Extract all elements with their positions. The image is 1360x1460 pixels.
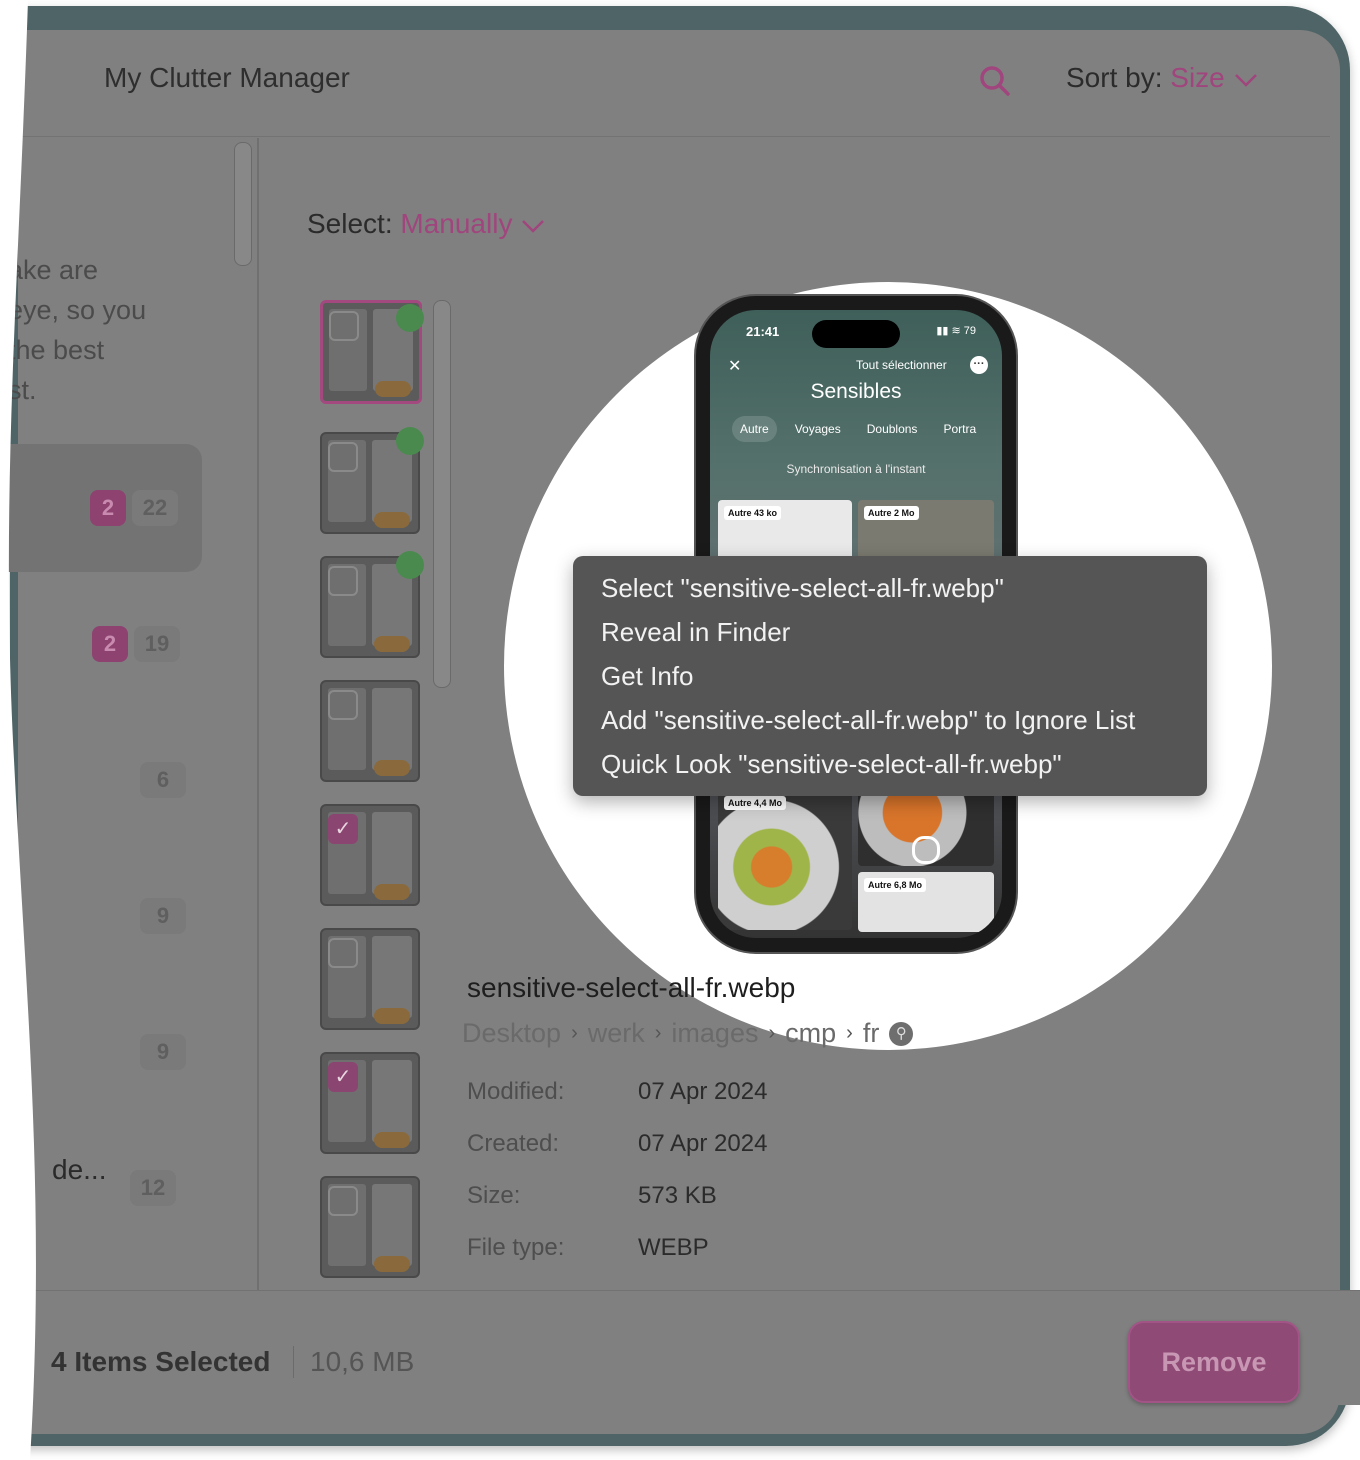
breadcrumb-item[interactable]: cmp [785, 1018, 836, 1049]
menu-item-reveal-in-finder[interactable]: Reveal in Finder [573, 610, 1207, 654]
meta-label: Created: [467, 1130, 560, 1157]
phone-tab: Portra [943, 422, 977, 436]
sidebar-scrollbar[interactable] [234, 142, 252, 266]
phone-status: ▮▮ ≋ 79 [936, 325, 976, 337]
select-value[interactable]: Manually [400, 208, 512, 239]
menu-item-quick-look[interactable]: Quick Look "sensitive-select-all-fr.webp… [573, 742, 1207, 786]
checkbox-checked[interactable]: ✓ [328, 1062, 358, 1092]
search-icon[interactable] [978, 64, 1012, 98]
chevron-right-icon: › [768, 1022, 776, 1044]
similar-indicator [396, 304, 424, 332]
meta-value: 07 Apr 2024 [638, 1130, 768, 1157]
checkbox[interactable] [328, 1186, 358, 1216]
selected-count-badge: 2 [92, 626, 128, 662]
selected-count-badge: 2 [90, 490, 126, 526]
photo-tile: Autre 43 ko [718, 500, 852, 560]
remove-button[interactable]: Remove [1128, 1321, 1300, 1403]
thumbnail[interactable]: ✓ [320, 804, 420, 906]
total-count-badge: 6 [140, 762, 186, 798]
select-circle-icon [912, 836, 940, 864]
chevron-right-icon: › [654, 1022, 662, 1044]
photo-tag: Autre 6,8 Mo [864, 878, 927, 892]
breadcrumb: Desktop › werk › images › cmp › fr ⚲ [462, 1018, 914, 1049]
meta-value: WEBP [638, 1234, 709, 1261]
meta-value: 573 KB [638, 1182, 717, 1209]
checkbox-checked[interactable]: ✓ [328, 814, 358, 844]
phone-tabs: Autre Voyages Doublons Portra [732, 416, 984, 442]
phone-time: 21:41 [746, 324, 780, 339]
checkbox[interactable] [328, 442, 358, 472]
breadcrumb-item[interactable]: Desktop [462, 1018, 561, 1049]
thumbnail-scrollbar[interactable] [433, 300, 451, 688]
file-name: sensitive-select-all-fr.webp [467, 972, 796, 1003]
sort-control[interactable]: Sort by: Size [1066, 62, 1259, 94]
photo-tile: Autre 6,8 Mo [858, 872, 994, 932]
checkbox[interactable] [328, 690, 358, 720]
breadcrumb-item[interactable]: images [671, 1018, 758, 1049]
app-title: My Clutter Manager [104, 62, 350, 93]
meta-value: 07 Apr 2024 [638, 1078, 768, 1105]
sort-label: Sort by: [1066, 62, 1163, 93]
total-count-badge: 9 [140, 898, 186, 934]
close-icon: ✕ [728, 358, 742, 375]
menu-item-select[interactable]: Select "sensitive-select-all-fr.webp" [573, 566, 1207, 610]
thumbnail[interactable] [320, 1176, 420, 1278]
menu-item-ignore-list[interactable]: Add "sensitive-select-all-fr.webp" to Ig… [573, 698, 1207, 742]
chevron-down-icon [522, 219, 545, 233]
sidebar-divider [257, 138, 259, 1290]
total-count-badge: 22 [132, 490, 178, 526]
checkbox[interactable] [329, 311, 359, 341]
total-count-badge: 9 [140, 1034, 186, 1070]
thumbnail[interactable]: ✓ [320, 1052, 420, 1154]
battery-level: 79 [963, 325, 976, 337]
breadcrumb-item[interactable]: fr [863, 1018, 880, 1049]
total-count-badge: 12 [130, 1170, 176, 1206]
select-label: Select: [307, 208, 393, 239]
phone-tab: Autre [732, 416, 777, 442]
context-menu: Select "sensitive-select-all-fr.webp" Re… [573, 556, 1207, 796]
photo-tag: Autre 4,4 Mo [724, 796, 787, 810]
similar-indicator [396, 551, 424, 579]
breadcrumb-item[interactable]: werk [588, 1018, 645, 1049]
chevron-down-icon [1234, 73, 1257, 87]
photo-tile: Autre 2 Mo [858, 500, 994, 560]
menu-item-get-info[interactable]: Get Info [573, 654, 1207, 698]
sort-value[interactable]: Size [1170, 62, 1224, 93]
more-icon: ··· [970, 356, 988, 374]
phone-sync-text: Synchronisation à l'instant [786, 462, 926, 476]
phone-title: Sensibles [810, 380, 902, 403]
meta-label: File type: [467, 1234, 565, 1261]
selected-size: 10,6 MB [310, 1346, 415, 1377]
chevron-right-icon: › [571, 1022, 578, 1044]
photo-tile [858, 790, 994, 866]
phone-select-all: Tout sélectionner [856, 358, 947, 372]
thumbnail[interactable] [320, 928, 420, 1030]
phone-tab: Voyages [794, 422, 841, 436]
phone-tab: Doublons [866, 422, 918, 436]
photo-tag: Autre 43 ko [724, 506, 782, 520]
footer-divider [293, 1346, 294, 1378]
select-mode-control[interactable]: Select: Manually [307, 208, 546, 240]
chevron-right-icon: › [846, 1022, 853, 1044]
total-count-badge: 19 [134, 626, 180, 662]
meta-label: Modified: [467, 1078, 565, 1105]
photo-tile: Autre 4,4 Mo [718, 790, 852, 930]
header-divider [20, 136, 1330, 137]
photo-tag: Autre 2 Mo [864, 506, 919, 520]
reveal-search-icon[interactable]: ⚲ [889, 1021, 914, 1046]
meta-label: Size: [467, 1182, 521, 1209]
thumbnail[interactable] [320, 680, 420, 782]
similar-indicator [396, 427, 424, 455]
selected-count: 4 Items Selected [51, 1346, 271, 1377]
torn-edge [0, 0, 36, 1460]
checkbox[interactable] [328, 566, 358, 596]
checkbox[interactable] [328, 938, 358, 968]
dynamic-island [812, 320, 900, 348]
